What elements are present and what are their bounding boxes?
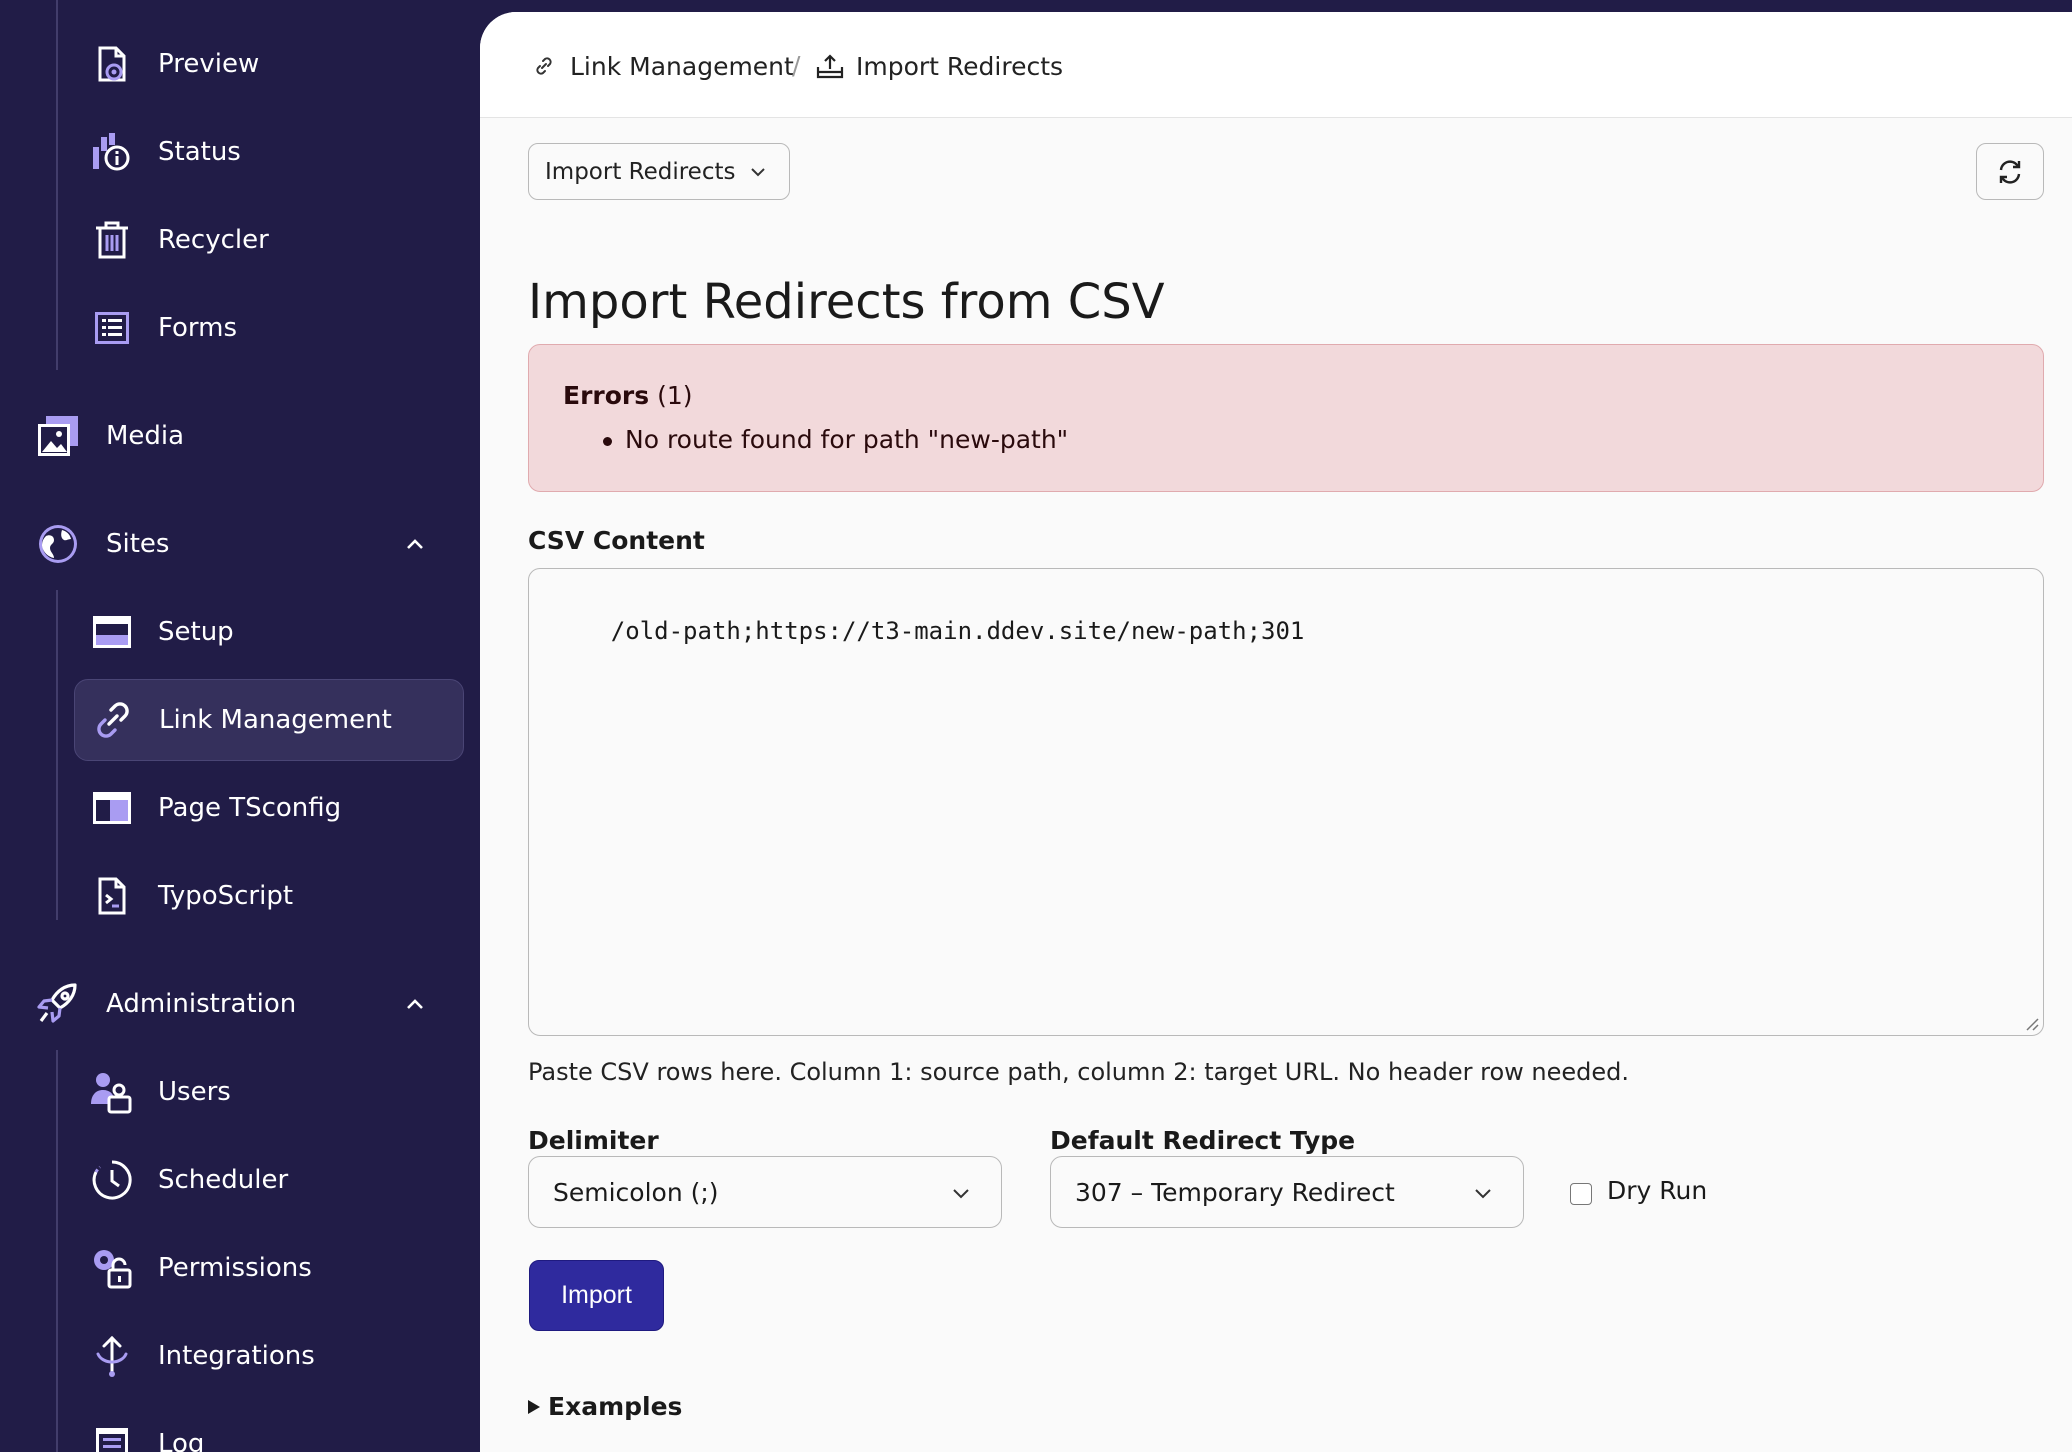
sidebar-item-label: Permissions <box>158 1253 312 1283</box>
page-tsconfig-icon <box>88 784 136 832</box>
sidebar-item-sites[interactable]: Sites <box>28 503 464 585</box>
delimiter-label: Delimiter <box>528 1126 659 1155</box>
sidebar-item-label: Sites <box>106 529 170 559</box>
import-button[interactable]: Import <box>529 1260 664 1331</box>
sites-icon <box>34 520 82 568</box>
refresh-icon <box>1999 159 2021 184</box>
chevron-up-icon[interactable] <box>402 531 428 557</box>
typoscript-icon <box>88 872 136 920</box>
log-icon <box>88 1420 136 1452</box>
redirect-type-label: Default Redirect Type <box>1050 1126 1356 1155</box>
sidebar-item-scheduler[interactable]: Scheduler <box>74 1139 464 1221</box>
error-count: (1) <box>657 381 693 410</box>
sidebar-item-preview[interactable]: Preview <box>74 23 464 105</box>
csv-content-label: CSV Content <box>528 526 705 555</box>
sidebar-item-users[interactable]: Users <box>74 1051 464 1133</box>
error-alert-title: Errors (1) <box>563 381 693 410</box>
status-icon <box>88 128 136 176</box>
sidebar-item-status[interactable]: Status <box>74 111 464 193</box>
module-header: Link Management / Import Redirects <box>480 12 2072 118</box>
sidebar-item-label: Scheduler <box>158 1165 289 1195</box>
sidebar-item-typoscript[interactable]: TypoScript <box>74 855 464 937</box>
chevron-down-icon <box>953 1189 969 1199</box>
sidebar-item-media[interactable]: Media <box>28 395 464 477</box>
sidebar-item-recycler[interactable]: Recycler <box>74 199 464 281</box>
sidebar: Preview Status Recycler Forms Media Site… <box>0 0 480 1452</box>
sidebar-item-label: Link Management <box>159 705 392 735</box>
delimiter-value: Semicolon (;) <box>553 1177 719 1207</box>
error-item: No route found for path "new-path" <box>625 425 1069 454</box>
sidebar-item-label: Users <box>158 1077 231 1107</box>
csv-content-textarea[interactable]: /old-path;https://t3-main.ddev.site/new-… <box>528 568 2044 1036</box>
module-menu-label: Import Redirects <box>545 158 736 185</box>
sidebar-item-permissions[interactable]: Permissions <box>74 1227 464 1309</box>
sidebar-rail <box>56 1050 58 1452</box>
sidebar-item-page-tsconfig[interactable]: Page TSconfig <box>74 767 464 849</box>
delimiter-select[interactable]: Semicolon (;) <box>528 1156 1002 1228</box>
top-strip <box>480 0 2072 12</box>
forms-icon <box>88 304 136 352</box>
chevron-down-icon <box>751 167 766 176</box>
resize-handle-icon[interactable] <box>2023 1015 2039 1031</box>
permissions-icon <box>88 1244 136 1292</box>
sidebar-item-label: Preview <box>158 49 260 79</box>
module-menu-dropdown[interactable]: Import Redirects <box>528 143 790 200</box>
main-content: Link Management / Import Redirects Impor… <box>480 12 2072 1452</box>
sidebar-item-integrations[interactable]: Integrations <box>74 1315 464 1397</box>
preview-icon <box>88 40 136 88</box>
sidebar-item-label: Administration <box>106 989 297 1019</box>
upload-icon <box>816 52 844 80</box>
sidebar-item-label: Status <box>158 137 241 167</box>
sidebar-item-label: Integrations <box>158 1341 315 1371</box>
sidebar-item-label: Forms <box>158 313 238 343</box>
redirect-type-select[interactable]: 307 – Temporary Redirect <box>1050 1156 1524 1228</box>
page-title: Import Redirects from CSV <box>528 274 1165 330</box>
sidebar-rail <box>56 0 58 370</box>
sidebar-item-log[interactable]: Log <box>74 1403 464 1452</box>
sidebar-item-administration[interactable]: Administration <box>28 963 464 1045</box>
error-alert: Errors (1) No route found for path "new-… <box>528 344 2044 492</box>
refresh-button[interactable] <box>1976 143 2044 200</box>
sidebar-item-forms[interactable]: Forms <box>74 287 464 369</box>
setup-icon <box>88 608 136 656</box>
sidebar-item-label: Page TSconfig <box>158 793 342 823</box>
examples-toggle[interactable]: Examples <box>528 1392 682 1421</box>
breadcrumb-label: Import Redirects <box>856 51 1064 81</box>
users-icon <box>88 1068 136 1116</box>
sidebar-item-label: Log <box>158 1429 205 1452</box>
sidebar-rail <box>56 590 58 920</box>
breadcrumb-link-management[interactable]: Link Management <box>530 46 794 86</box>
administration-icon <box>34 980 82 1028</box>
csv-content-value: /old-path;https://t3-main.ddev.site/new-… <box>610 617 1305 645</box>
recycler-icon <box>88 216 136 264</box>
link-icon <box>89 696 137 744</box>
integrations-icon <box>88 1332 136 1380</box>
media-icon <box>34 412 82 460</box>
disclosure-triangle-icon <box>528 1399 540 1414</box>
redirect-type-value: 307 – Temporary Redirect <box>1075 1177 1395 1207</box>
sidebar-item-link-management[interactable]: Link Management <box>74 679 464 761</box>
sidebar-item-setup[interactable]: Setup <box>74 591 464 673</box>
link-icon <box>530 52 558 80</box>
breadcrumb-separator: / <box>792 51 801 80</box>
breadcrumb-import-redirects: Import Redirects <box>816 46 1063 86</box>
sidebar-item-label: TypoScript <box>158 881 294 911</box>
breadcrumb-label: Link Management <box>570 51 794 81</box>
csv-help-text: Paste CSV rows here. Column 1: source pa… <box>528 1058 1630 1086</box>
sidebar-item-label: Recycler <box>158 225 269 255</box>
scheduler-icon <box>88 1156 136 1204</box>
dry-run-label[interactable]: Dry Run <box>1607 1176 1707 1205</box>
sidebar-item-label: Media <box>106 421 185 451</box>
chevron-down-icon <box>1475 1189 1491 1199</box>
chevron-up-icon[interactable] <box>402 991 428 1017</box>
examples-label: Examples <box>548 1392 683 1421</box>
dry-run-checkbox[interactable] <box>1570 1183 1592 1205</box>
sidebar-item-label: Setup <box>158 617 234 647</box>
error-title: Errors <box>563 381 650 410</box>
list-bullet <box>603 437 612 446</box>
